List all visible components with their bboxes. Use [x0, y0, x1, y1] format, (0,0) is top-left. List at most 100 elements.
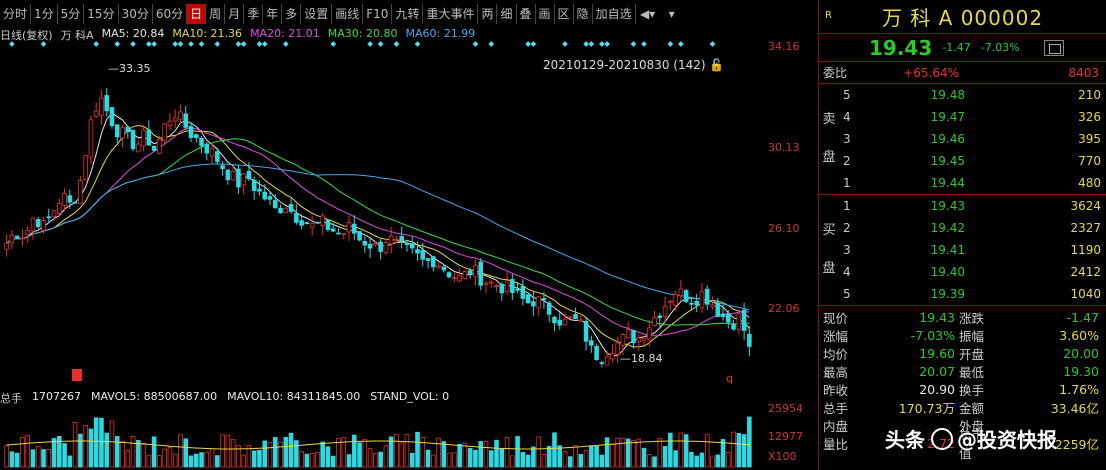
candle[interactable] [204, 142, 210, 161]
volume-bar[interactable] [157, 455, 162, 468]
candle[interactable] [462, 269, 468, 280]
volume-bar[interactable] [431, 454, 436, 468]
candle[interactable] [615, 336, 620, 364]
candle[interactable] [520, 279, 526, 306]
volume-bar[interactable] [536, 436, 541, 468]
candle[interactable] [652, 310, 657, 327]
volume-bar[interactable] [441, 441, 447, 468]
volume-bar[interactable] [436, 437, 441, 468]
buy-level-row[interactable]: 1 19.43 3624 [819, 195, 1106, 217]
candle[interactable] [373, 241, 378, 247]
volume-bar[interactable] [109, 420, 115, 468]
toolbar-button[interactable]: 1分 [31, 4, 58, 24]
candle[interactable] [9, 229, 15, 250]
volume-bar[interactable] [288, 432, 294, 468]
volume-bar[interactable] [78, 433, 83, 468]
volume-bar[interactable] [146, 454, 152, 468]
volume-bar[interactable] [631, 440, 636, 468]
volume-bar[interactable] [35, 445, 41, 468]
volume-bar[interactable] [531, 446, 536, 468]
candle[interactable] [20, 228, 25, 247]
volume-bar[interactable] [183, 438, 189, 468]
volume-bar[interactable] [731, 431, 736, 468]
event-marker-icon[interactable] [130, 41, 136, 47]
volume-bar[interactable] [325, 446, 331, 468]
candle[interactable] [172, 109, 178, 128]
event-marker-icon[interactable] [214, 41, 221, 47]
candle[interactable] [357, 231, 362, 242]
volume-bar[interactable] [230, 438, 236, 468]
candle[interactable] [668, 299, 673, 311]
candle[interactable] [130, 129, 136, 152]
volume-bar[interactable] [467, 448, 473, 468]
candle[interactable] [30, 217, 36, 240]
volume-bar[interactable] [120, 440, 125, 468]
volume-bar[interactable] [594, 445, 599, 468]
toolbar-button[interactable]: 年 [263, 4, 283, 24]
candle[interactable] [25, 226, 30, 244]
event-marker-icon[interactable] [282, 41, 289, 47]
candle[interactable] [352, 215, 357, 240]
event-marker-icon[interactable] [151, 41, 157, 47]
buy-level-row[interactable]: 4 19.40 2412 [819, 261, 1106, 283]
volume-bar[interactable] [262, 440, 268, 468]
candle[interactable] [236, 164, 241, 194]
volume-bar[interactable] [88, 428, 94, 468]
toolbar-button[interactable]: 30分 [119, 4, 153, 24]
volume-bar[interactable] [151, 436, 157, 468]
volume-bar[interactable] [525, 454, 531, 468]
candle[interactable] [499, 282, 505, 301]
candle[interactable] [567, 315, 573, 319]
volume-bar[interactable] [209, 448, 215, 468]
volume-bar[interactable] [646, 454, 652, 468]
candle[interactable] [199, 136, 204, 154]
volume-bar[interactable] [567, 456, 573, 468]
event-marker-icon[interactable] [525, 41, 531, 47]
volume-bar[interactable] [604, 437, 610, 468]
candle[interactable] [325, 219, 331, 232]
candle[interactable] [93, 102, 99, 118]
event-marker-icon[interactable] [172, 41, 179, 47]
volume-bar[interactable] [494, 439, 499, 468]
event-marker-icon[interactable] [377, 41, 384, 47]
candle[interactable] [631, 329, 636, 349]
volume-bar[interactable] [352, 434, 357, 468]
candle[interactable] [336, 228, 341, 235]
event-marker-icon[interactable] [630, 41, 637, 47]
candle[interactable] [409, 236, 415, 254]
candle[interactable] [562, 312, 568, 326]
candle[interactable] [114, 124, 120, 144]
volume-bar[interactable] [457, 444, 462, 468]
toolbar-button[interactable]: 周 [206, 4, 226, 24]
volume-bar[interactable] [715, 454, 721, 468]
candle[interactable] [283, 205, 289, 214]
candle[interactable] [125, 125, 131, 139]
event-marker-icon[interactable] [641, 41, 647, 47]
toolbar-button[interactable]: 5分 [58, 4, 85, 24]
candle[interactable] [646, 319, 652, 347]
candle[interactable] [346, 215, 352, 242]
candle[interactable] [583, 317, 589, 351]
candle[interactable] [604, 350, 610, 366]
toolbar-button[interactable]: 两 [478, 4, 498, 24]
volume-bar[interactable] [583, 449, 589, 468]
candle[interactable] [673, 291, 678, 312]
volume-bar[interactable] [378, 451, 383, 468]
event-marker-icon[interactable] [472, 41, 479, 47]
candle[interactable] [383, 238, 389, 256]
volume-bar[interactable] [41, 449, 46, 468]
volume-bar[interactable] [557, 445, 563, 468]
candle[interactable] [478, 258, 484, 291]
event-marker-icon[interactable] [114, 41, 121, 47]
candle[interactable] [4, 234, 9, 257]
event-marker-icon[interactable] [235, 41, 242, 47]
candle[interactable] [225, 169, 231, 185]
volume-bar[interactable] [62, 443, 67, 468]
volume-bar[interactable] [309, 452, 315, 468]
candle[interactable] [594, 343, 599, 361]
candle[interactable] [504, 272, 510, 295]
event-marker-icon[interactable] [588, 41, 595, 47]
candle[interactable] [425, 258, 431, 269]
candle[interactable] [262, 184, 268, 201]
candle[interactable] [220, 161, 225, 176]
